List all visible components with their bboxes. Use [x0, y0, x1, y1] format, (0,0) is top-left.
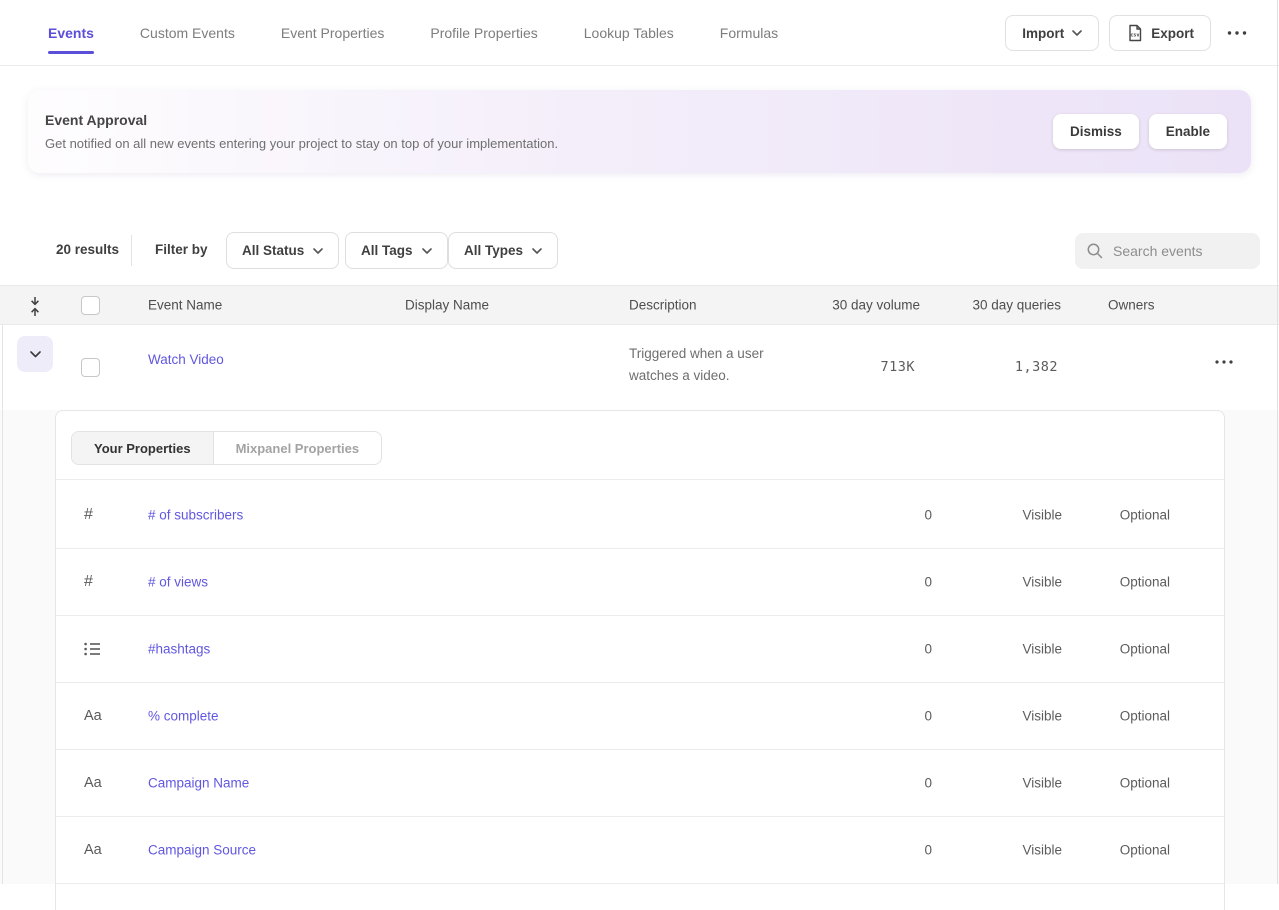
property-visibility: Visible	[1022, 575, 1062, 590]
property-row: #hashtags 0 Visible Optional	[56, 616, 1224, 683]
property-count: 0	[924, 642, 932, 657]
collapse-row-button[interactable]	[17, 336, 53, 372]
event-30-day-queries: 1,382	[1015, 359, 1058, 375]
tab-mixpanel-properties[interactable]: Mixpanel Properties	[214, 432, 382, 464]
chevron-down-icon	[313, 248, 323, 254]
property-visibility: Visible	[1022, 709, 1062, 724]
text-type-icon: Aa	[84, 842, 102, 858]
property-requirement: Optional	[1120, 776, 1170, 791]
types-filter-label: All Types	[464, 243, 523, 258]
tags-filter-dropdown[interactable]: All Tags	[345, 232, 448, 269]
expanded-row-left-border	[2, 325, 3, 884]
types-filter-dropdown[interactable]: All Types	[448, 232, 558, 269]
column-event-name: Event Name	[148, 298, 222, 313]
property-link[interactable]: # of views	[148, 575, 208, 590]
column-30-day-volume: 30 day volume	[832, 298, 920, 313]
tab-lookup-tables[interactable]: Lookup Tables	[584, 0, 674, 65]
export-button[interactable]: csv Export	[1109, 15, 1211, 51]
property-link[interactable]: Campaign Source	[148, 843, 256, 858]
list-type-icon	[84, 642, 101, 656]
event-description: Triggered when a user watches a video.	[629, 343, 799, 387]
lexicon-tabs: Events Custom Events Event Properties Pr…	[0, 0, 778, 65]
chevron-down-icon	[1072, 30, 1082, 36]
chevron-down-icon	[532, 248, 542, 254]
text-type-icon: Aa	[84, 708, 102, 724]
nav-actions: Import csv Export	[1005, 15, 1253, 51]
property-count: 0	[924, 709, 932, 724]
property-requirement: Optional	[1120, 642, 1170, 657]
banner-subtitle: Get notified on all new events entering …	[45, 136, 558, 151]
dismiss-button[interactable]: Dismiss	[1053, 114, 1139, 149]
property-count: 0	[924, 508, 932, 523]
property-requirement: Optional	[1120, 575, 1170, 590]
export-button-label: Export	[1151, 26, 1194, 41]
chevron-down-icon	[422, 248, 432, 254]
properties-panel: Your Properties Mixpanel Properties # # …	[55, 410, 1225, 910]
tab-events[interactable]: Events	[48, 0, 94, 65]
events-table-header: Event Name Display Name Description 30 d…	[0, 285, 1279, 325]
tab-formulas[interactable]: Formulas	[720, 0, 778, 65]
import-button-label: Import	[1022, 26, 1064, 41]
more-options-icon[interactable]	[1221, 27, 1253, 39]
status-filter-label: All Status	[242, 243, 304, 258]
property-row: Aa Campaign Source 0 Visible Optional	[56, 817, 1224, 884]
property-requirement: Optional	[1120, 508, 1170, 523]
csv-file-icon: csv	[1126, 24, 1143, 42]
property-link[interactable]: Campaign Name	[148, 776, 249, 791]
filter-bar: 20 results Filter by All Status All Tags…	[0, 232, 1279, 269]
property-visibility: Visible	[1022, 776, 1062, 791]
row-checkbox[interactable]	[81, 358, 100, 377]
properties-tabs: Your Properties Mixpanel Properties	[71, 431, 382, 465]
page-right-border	[1277, 0, 1278, 884]
property-row: Aa Campaign Name 0 Visible Optional	[56, 750, 1224, 817]
enable-button[interactable]: Enable	[1149, 114, 1227, 149]
search-icon	[1086, 242, 1104, 260]
tab-profile-properties[interactable]: Profile Properties	[430, 0, 537, 65]
event-row: Watch Video Triggered when a user watche…	[0, 325, 1279, 410]
top-navigation: Events Custom Events Event Properties Pr…	[0, 0, 1279, 66]
banner-actions: Dismiss Enable	[1053, 114, 1227, 149]
text-type-icon: Aa	[84, 775, 102, 791]
tab-custom-events[interactable]: Custom Events	[140, 0, 235, 65]
column-owners: Owners	[1108, 298, 1155, 313]
property-requirement: Optional	[1120, 843, 1170, 858]
banner-title: Event Approval	[45, 112, 147, 128]
event-approval-banner: Event Approval Get notified on all new e…	[28, 90, 1251, 173]
number-type-icon: #	[84, 573, 93, 591]
column-display-name: Display Name	[405, 298, 489, 313]
property-count: 0	[924, 776, 932, 791]
number-type-icon: #	[84, 506, 93, 524]
divider	[56, 479, 1224, 480]
property-link[interactable]: % complete	[148, 709, 219, 724]
filter-by-label: Filter by	[155, 242, 208, 257]
property-count: 0	[924, 843, 932, 858]
property-link[interactable]: # of subscribers	[148, 508, 243, 523]
event-30-day-volume: 713K	[880, 359, 915, 375]
divider	[131, 235, 132, 266]
column-description: Description	[629, 298, 697, 313]
import-button[interactable]: Import	[1005, 15, 1099, 51]
tab-event-properties[interactable]: Event Properties	[281, 0, 385, 65]
property-visibility: Visible	[1022, 642, 1062, 657]
svg-text:csv: csv	[1130, 33, 1139, 39]
select-all-checkbox[interactable]	[81, 296, 100, 315]
row-more-options-icon[interactable]	[1209, 356, 1239, 368]
property-link[interactable]: #hashtags	[148, 642, 210, 657]
event-name-link[interactable]: Watch Video	[148, 352, 224, 367]
search-box	[1075, 233, 1260, 269]
column-30-day-queries: 30 day queries	[972, 298, 1061, 313]
property-count: 0	[924, 575, 932, 590]
tags-filter-label: All Tags	[361, 243, 413, 258]
property-row: Aa % complete 0 Visible Optional	[56, 683, 1224, 750]
collapse-all-icon[interactable]	[27, 296, 43, 317]
results-count: 20 results	[56, 242, 119, 257]
property-visibility: Visible	[1022, 843, 1062, 858]
property-visibility: Visible	[1022, 508, 1062, 523]
tab-your-properties[interactable]: Your Properties	[72, 432, 214, 464]
property-requirement: Optional	[1120, 709, 1170, 724]
status-filter-dropdown[interactable]: All Status	[226, 232, 339, 269]
search-input[interactable]	[1113, 243, 1243, 259]
property-row: # # of views 0 Visible Optional	[56, 549, 1224, 616]
property-row: # # of subscribers 0 Visible Optional	[56, 482, 1224, 549]
